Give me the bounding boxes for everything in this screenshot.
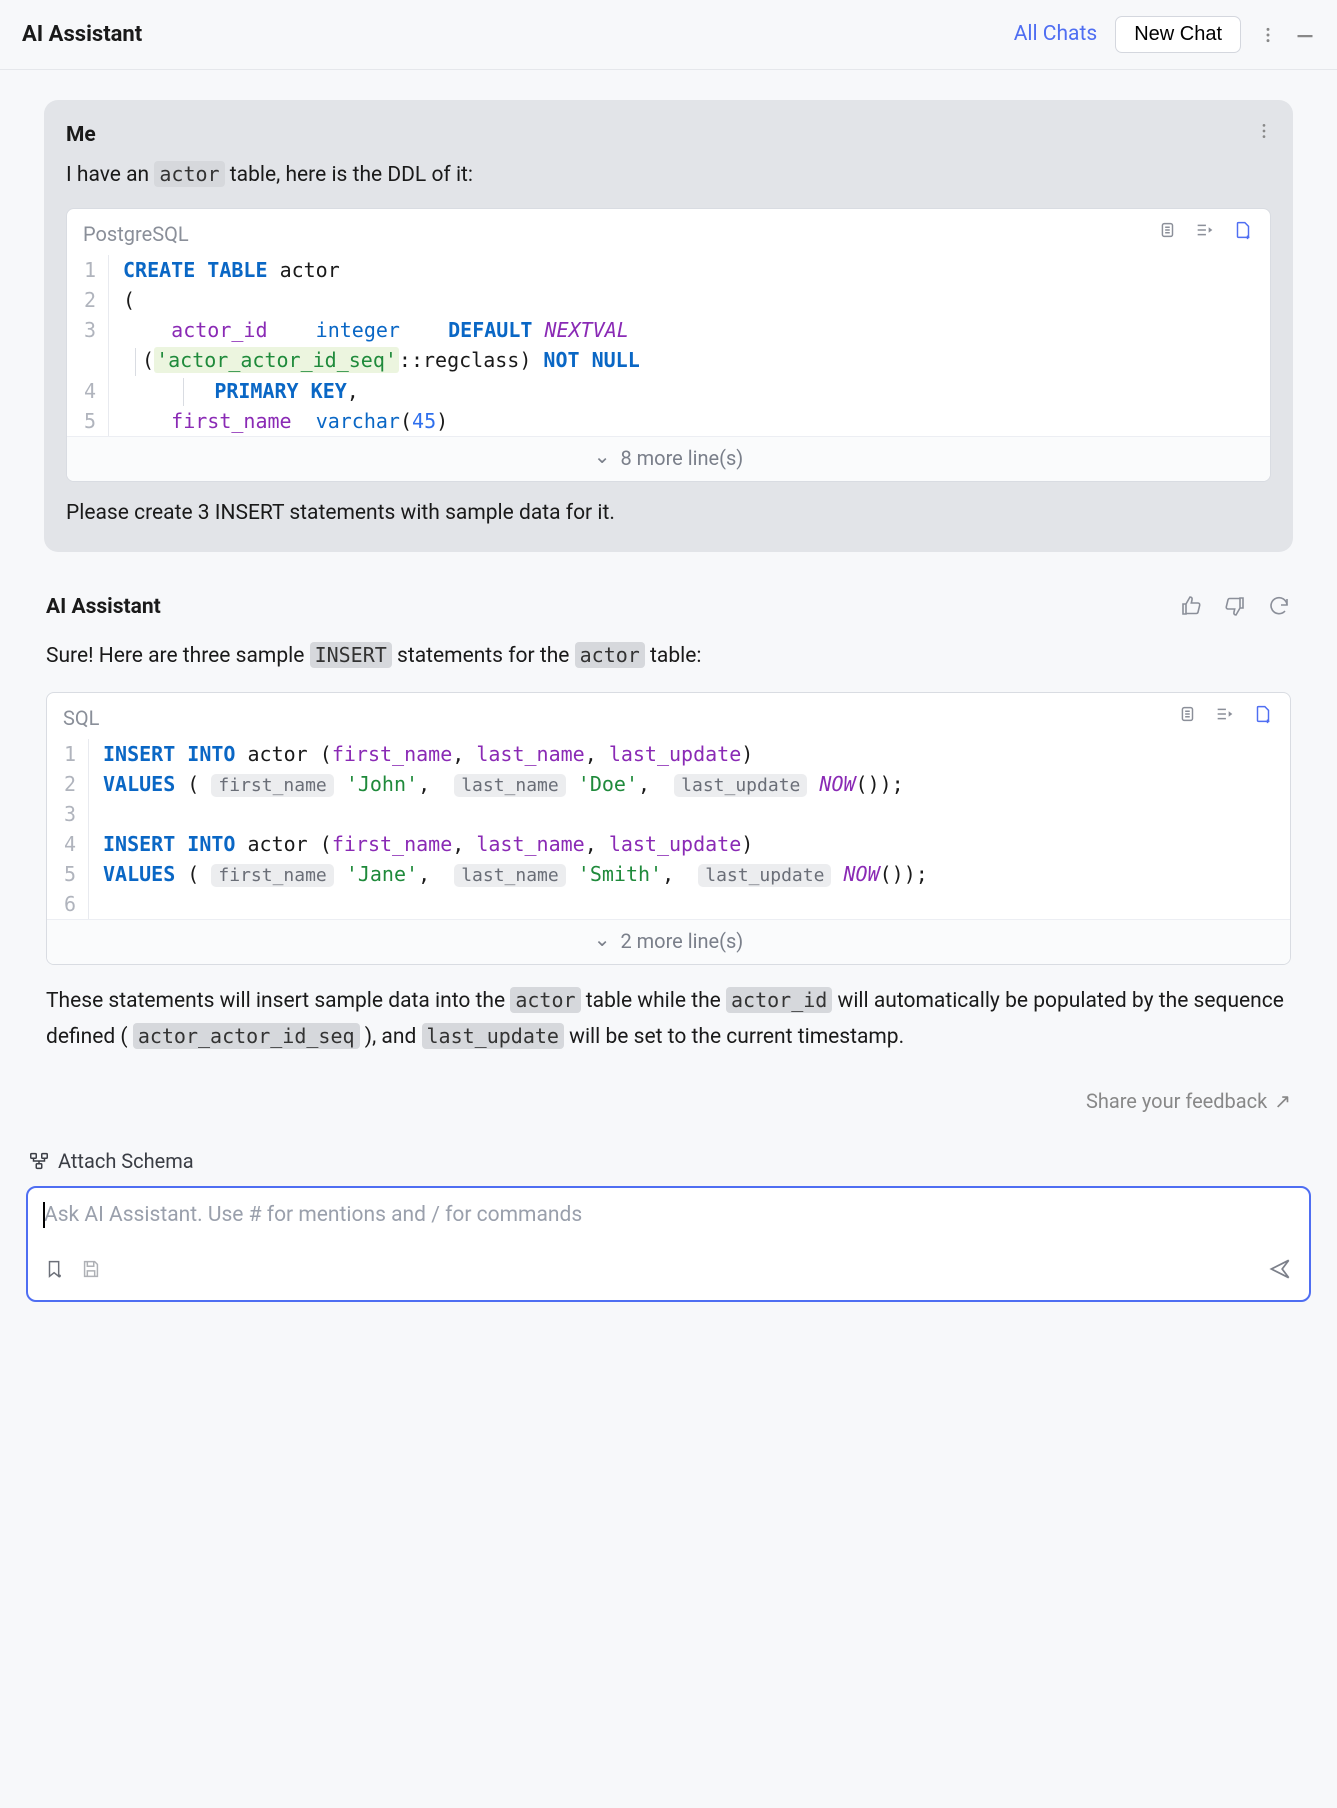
header-actions: All Chats New Chat xyxy=(1014,16,1315,53)
code-expand[interactable]: ⌄ 8 more line(s) xyxy=(67,436,1270,481)
param-pill: first_name xyxy=(211,774,333,797)
insert-icon[interactable] xyxy=(1214,703,1236,733)
panel-title: AI Assistant xyxy=(22,18,142,51)
thumbs-down-icon[interactable] xyxy=(1223,594,1247,626)
all-chats-link[interactable]: All Chats xyxy=(1014,19,1098,51)
prompt-placeholder: Ask AI Assistant. Use # for mentions and… xyxy=(44,1200,1293,1232)
chat-area: Me I have an actor table, here is the DD… xyxy=(0,70,1337,1136)
share-feedback-link[interactable]: Share your feedback ↗ xyxy=(46,1086,1291,1116)
ai-text-1: Sure! Here are three sample INSERT state… xyxy=(46,639,1291,674)
header: AI Assistant All Chats New Chat xyxy=(0,0,1337,70)
copy-icon[interactable] xyxy=(1156,219,1178,249)
user-message: Me I have an actor table, here is the DD… xyxy=(44,100,1293,552)
text: table, here is the DDL of it: xyxy=(225,163,473,187)
inline-code: actor xyxy=(510,987,580,1013)
code-body: 1CREATE TABLE actor 2( 3 actor_id intege… xyxy=(67,249,1270,436)
ai-sender-label: AI Assistant xyxy=(46,592,161,624)
insert-icon[interactable] xyxy=(1194,219,1216,249)
inline-code: INSERT xyxy=(310,642,392,668)
text: I have an xyxy=(66,163,154,187)
user-text-2: Please create 3 INSERT statements with s… xyxy=(66,498,1271,530)
inline-code: actor xyxy=(575,642,645,668)
save-icon[interactable] xyxy=(80,1258,102,1288)
user-text-1: I have an actor table, here is the DDL o… xyxy=(66,158,1271,193)
code-expand[interactable]: ⌄ 2 more line(s) xyxy=(47,919,1290,964)
code-body: 1INSERT INTO actor (first_name, last_nam… xyxy=(47,733,1290,919)
new-file-icon[interactable] xyxy=(1232,219,1254,249)
bookmark-icon[interactable] xyxy=(44,1258,66,1288)
param-pill: last_name xyxy=(454,864,566,887)
send-icon[interactable] xyxy=(1267,1256,1293,1290)
input-area: Attach Schema Ask AI Assistant. Use # fo… xyxy=(0,1146,1337,1328)
new-chat-button[interactable]: New Chat xyxy=(1115,16,1241,53)
inline-code: actor_id xyxy=(726,987,832,1013)
inline-code-actor: actor xyxy=(154,161,224,187)
kebab-menu-icon[interactable] xyxy=(1259,26,1277,44)
sql-code-block: SQL 1INSERT INTO actor (first_name, last… xyxy=(46,692,1291,965)
param-pill: first_name xyxy=(211,864,333,887)
ai-message: AI Assistant Sure! Here are three sample… xyxy=(44,592,1293,1116)
param-pill: last_update xyxy=(698,864,831,887)
inline-code: last_update xyxy=(422,1023,564,1049)
copy-icon[interactable] xyxy=(1176,703,1198,733)
attach-schema-button[interactable]: Attach Schema xyxy=(28,1146,1311,1176)
minimize-icon[interactable] xyxy=(1295,25,1315,45)
code-language-label: PostgreSQL xyxy=(83,219,189,249)
regenerate-icon[interactable] xyxy=(1267,594,1291,626)
user-sender-label: Me xyxy=(66,120,1271,152)
prompt-input[interactable]: Ask AI Assistant. Use # for mentions and… xyxy=(26,1186,1311,1302)
new-file-icon[interactable] xyxy=(1252,703,1274,733)
param-pill: last_name xyxy=(454,774,566,797)
ddl-code-block: PostgreSQL 1CREATE TABLE actor 2( 3 acto… xyxy=(66,208,1271,482)
inline-code: actor_actor_id_seq xyxy=(133,1023,360,1049)
text-caret xyxy=(43,1202,45,1228)
param-pill: last_update xyxy=(674,774,807,797)
ai-text-2: These statements will insert sample data… xyxy=(46,983,1291,1056)
thumbs-up-icon[interactable] xyxy=(1179,594,1203,626)
message-menu-icon[interactable] xyxy=(1255,118,1273,148)
code-language-label: SQL xyxy=(63,703,99,733)
